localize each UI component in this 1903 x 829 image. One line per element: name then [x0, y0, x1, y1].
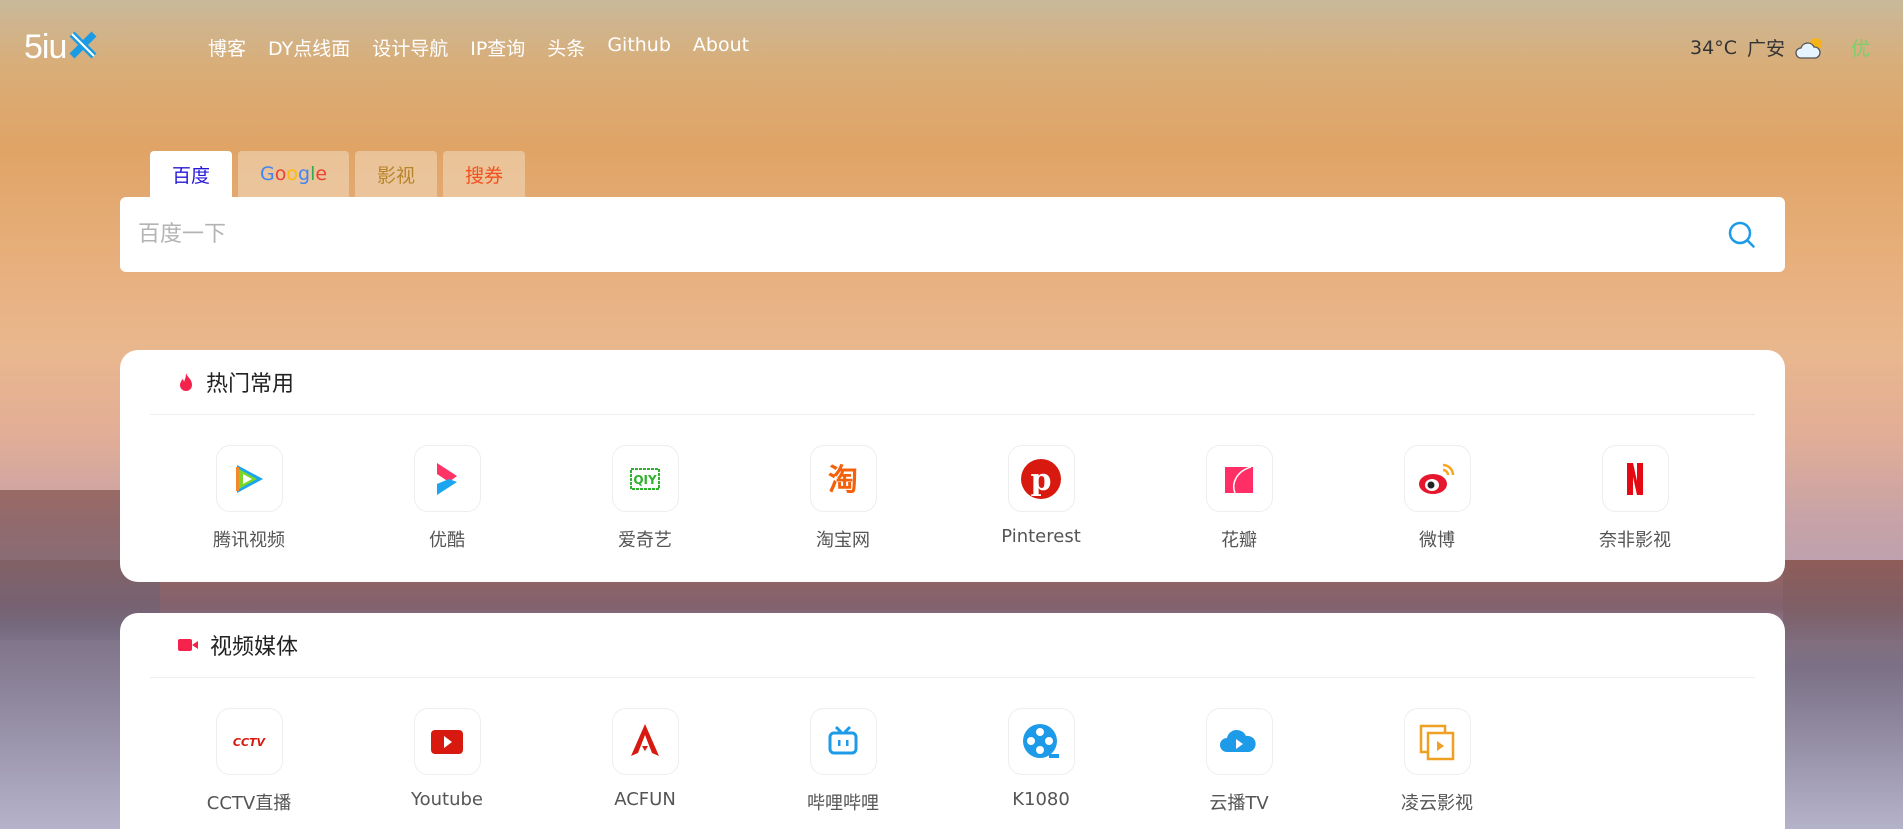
top-header: 5iu 博客 DY点线面 设计导航 IP查询 头条 Github About 3… — [0, 0, 1903, 95]
youtube-icon — [431, 729, 463, 754]
link-yunbo-tv[interactable]: 云播TV — [1140, 708, 1338, 815]
svg-text:p: p — [1031, 463, 1052, 498]
link-youtube[interactable]: Youtube — [348, 708, 546, 815]
search-input[interactable] — [138, 197, 1698, 272]
link-tencent-video[interactable]: 腾讯视频 — [150, 445, 348, 552]
link-lingyun-movies[interactable]: 凌云影视 — [1338, 708, 1536, 815]
pinterest-icon: p — [1021, 458, 1061, 499]
section-video-media: 视频媒体 CCTV CCTV直播 Youtube ACFUN 哔哩哔哩 K1080… — [120, 613, 1785, 829]
svg-text:CCTV: CCTV — [233, 736, 267, 749]
film-reel-icon — [1023, 723, 1059, 758]
svg-text:淘: 淘 — [828, 463, 858, 498]
nav-ip-lookup[interactable]: IP查询 — [470, 34, 525, 61]
tab-google[interactable]: Google — [238, 151, 350, 197]
nav-about[interactable]: About — [693, 34, 749, 61]
section-hot: 热门常用 腾讯视频 优酷 QIY 爱奇艺 淘淘宝网 p Pinterest 花瓣 微… — [120, 350, 1785, 582]
cloud-play-icon — [1220, 729, 1256, 752]
cctv-icon: CCTV — [233, 736, 267, 749]
link-youku[interactable]: 优酷 — [348, 445, 546, 552]
nav-blog[interactable]: 博客 — [208, 34, 246, 61]
link-acfun[interactable]: ACFUN — [546, 708, 744, 815]
link-cctv[interactable]: CCTV CCTV直播 — [150, 708, 348, 815]
section-title: 视频媒体 — [210, 635, 299, 660]
link-bilibili[interactable]: 哔哩哔哩 — [744, 708, 942, 815]
section-title: 热门常用 — [206, 372, 295, 397]
huaban-icon — [1225, 465, 1253, 493]
svg-text:QIY: QIY — [633, 473, 657, 487]
tab-coupons[interactable]: 搜券 — [443, 151, 526, 197]
link-weibo[interactable]: 微博 — [1338, 445, 1536, 552]
acfun-icon — [631, 723, 659, 756]
link-pinterest[interactable]: p Pinterest — [942, 445, 1140, 552]
logo-pencil-ruler-icon — [69, 31, 97, 59]
search-engine-tabs: 百度 Google 影视 搜券 — [150, 151, 526, 197]
weather-widget[interactable]: 34°C 广安 优 — [1690, 34, 1870, 61]
film-strip-icon — [1419, 724, 1455, 760]
bilibili-icon — [828, 725, 858, 754]
google-label: Google — [260, 163, 328, 185]
weibo-icon — [1419, 463, 1455, 494]
nav-toutiao[interactable]: 头条 — [547, 34, 585, 61]
link-netflix[interactable]: 奈非影视 — [1536, 445, 1734, 552]
link-huaban[interactable]: 花瓣 — [1140, 445, 1338, 552]
link-iqiyi[interactable]: QIY 爱奇艺 — [546, 445, 744, 552]
search-box — [120, 197, 1785, 272]
nav-github[interactable]: Github — [607, 34, 671, 61]
iqiyi-icon: QIY — [630, 467, 660, 490]
link-taobao[interactable]: 淘淘宝网 — [744, 445, 942, 552]
weather-temp: 34°C — [1690, 36, 1737, 59]
background-mesa — [1783, 560, 1903, 829]
tab-movies[interactable]: 影视 — [355, 151, 438, 197]
netflix-icon — [1627, 462, 1643, 495]
taobao-icon: 淘 — [828, 463, 858, 498]
link-k1080[interactable]: K1080 — [942, 708, 1140, 815]
main-nav: 博客 DY点线面 设计导航 IP查询 头条 Github About — [208, 34, 749, 61]
tab-baidu[interactable]: 百度 — [150, 151, 233, 197]
nav-dy[interactable]: DY点线面 — [268, 34, 350, 61]
nav-design-nav[interactable]: 设计导航 — [372, 34, 448, 61]
tencent-video-icon — [236, 464, 263, 493]
video-camera-icon — [178, 639, 198, 651]
fire-icon — [180, 373, 192, 391]
air-quality: 优 — [1850, 38, 1870, 60]
search-icon[interactable] — [1727, 220, 1757, 250]
weather-city: 广安 — [1746, 38, 1785, 60]
youku-icon — [437, 462, 457, 495]
site-logo[interactable]: 5iu — [24, 28, 102, 67]
partly-cloudy-icon — [1795, 37, 1822, 59]
